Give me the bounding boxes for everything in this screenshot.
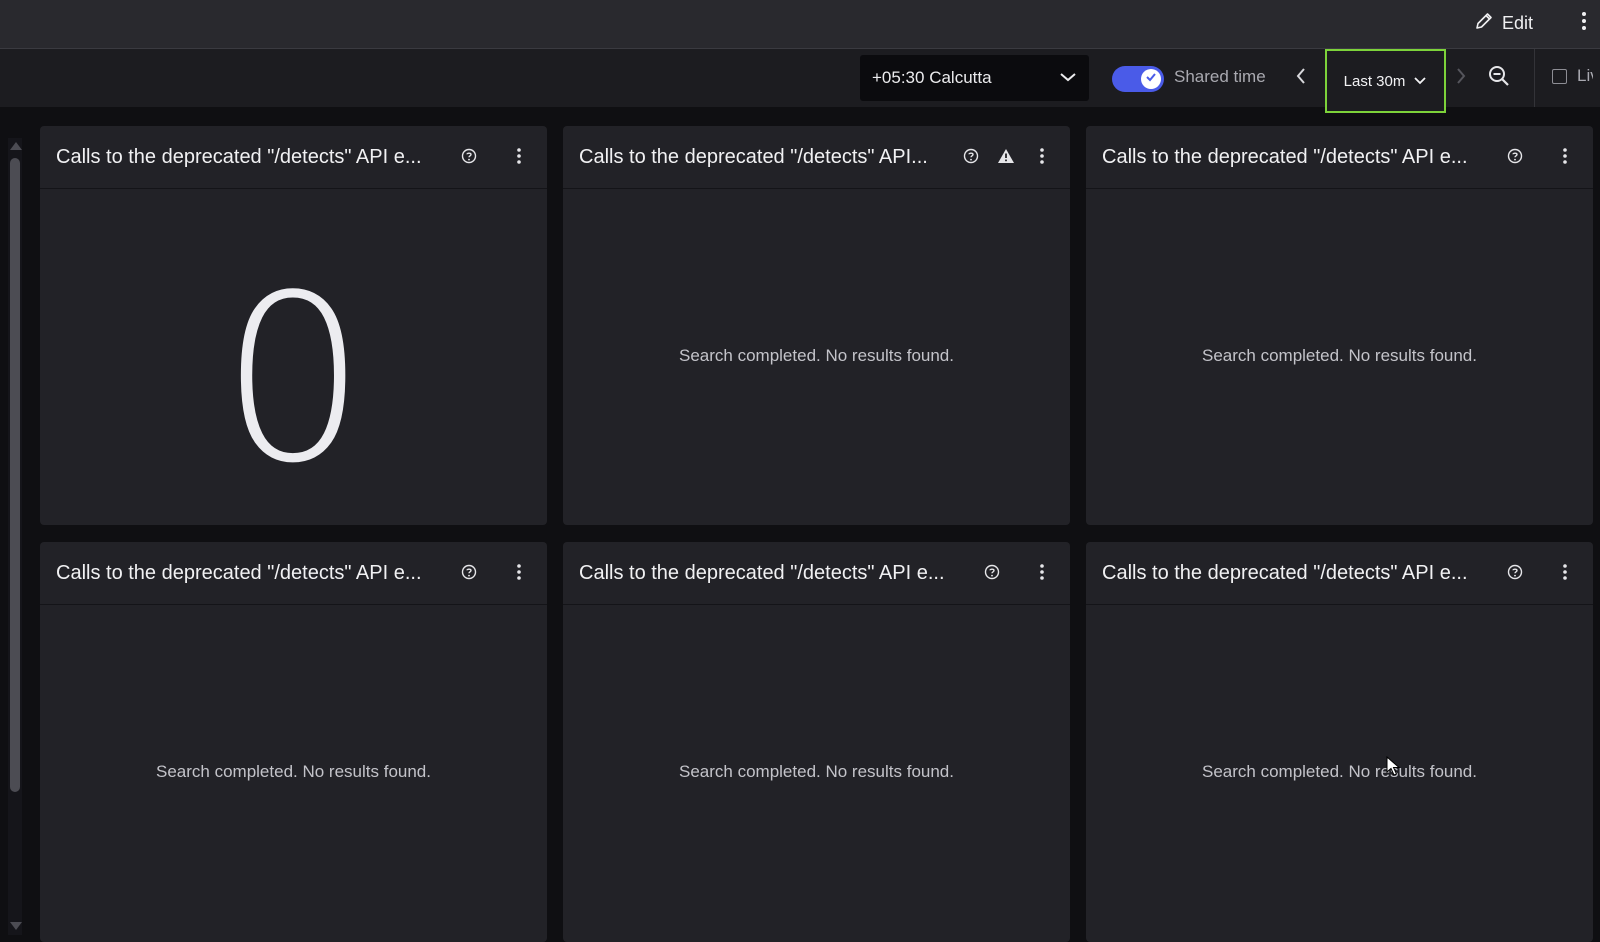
- widget-title: Calls to the deprecated "/detects" API e…: [56, 146, 422, 168]
- widget-menu-button[interactable]: [1034, 561, 1050, 583]
- zoom-out-button[interactable]: [1484, 63, 1514, 93]
- help-icon[interactable]: [1507, 564, 1523, 580]
- help-icon[interactable]: [461, 564, 477, 580]
- dashboard-more-button[interactable]: [1574, 10, 1594, 36]
- widget-panel: Calls to the deprecated "/detects" API e…: [40, 542, 547, 942]
- widget-menu-button[interactable]: [1557, 561, 1573, 583]
- scroll-up-arrow[interactable]: [10, 142, 22, 150]
- shared-time-toggle[interactable]: [1112, 66, 1164, 92]
- scrollbar-thumb[interactable]: [10, 158, 20, 792]
- scroll-down-arrow[interactable]: [10, 922, 22, 930]
- help-icon[interactable]: [461, 148, 477, 164]
- widget-title: Calls to the deprecated "/detects" API..…: [579, 146, 928, 168]
- help-icon[interactable]: [1507, 148, 1523, 164]
- chevron-left-icon: [1296, 67, 1306, 90]
- next-range-button[interactable]: [1450, 65, 1472, 91]
- widget-header: Calls to the deprecated "/detects" API e…: [1086, 126, 1593, 189]
- shared-time-label: Shared time: [1174, 67, 1266, 86]
- widget-panel: Calls to the deprecated "/detects" API e…: [563, 542, 1070, 942]
- time-range-button[interactable]: Last 30m: [1325, 49, 1446, 113]
- single-value: 0: [220, 247, 367, 514]
- widget-menu-button[interactable]: [511, 561, 527, 583]
- timezone-value: +05:30 Calcutta: [872, 68, 992, 87]
- warning-icon[interactable]: [997, 148, 1015, 164]
- live-label: Live: [1577, 66, 1593, 85]
- widget-title: Calls to the deprecated "/detects" API e…: [1102, 562, 1468, 584]
- previous-range-button[interactable]: [1290, 65, 1312, 91]
- no-results-message: Search completed. No results found.: [679, 346, 954, 365]
- widget-header: Calls to the deprecated "/detects" API e…: [1086, 542, 1593, 605]
- toggle-knob: [1141, 69, 1161, 89]
- time-range-label: Last 30m: [1343, 72, 1406, 90]
- chevron-down-icon: [1413, 73, 1427, 90]
- widget-title: Calls to the deprecated "/detects" API e…: [579, 562, 945, 584]
- live-checkbox[interactable]: Live: [1552, 66, 1593, 86]
- widget-panel: Calls to the deprecated "/detects" API..…: [563, 126, 1070, 525]
- widget-header: Calls to the deprecated "/detects" API e…: [563, 542, 1070, 605]
- edit-label: Edit: [1502, 12, 1534, 33]
- chevron-down-icon: [1059, 68, 1077, 88]
- no-results-message: Search completed. No results found.: [679, 762, 954, 781]
- toolbar-divider: [1534, 49, 1535, 107]
- dashboard-toolbar: +05:30 Calcutta Shared time Last 30m Li: [0, 49, 1600, 113]
- pencil-icon: [1474, 11, 1494, 36]
- check-icon: [1145, 70, 1157, 88]
- checkbox-box[interactable]: [1552, 68, 1567, 84]
- chevron-right-icon: [1456, 67, 1466, 90]
- no-results-message: Search completed. No results found.: [156, 762, 431, 781]
- no-results-message: Search completed. No results found.: [1202, 762, 1477, 781]
- no-results-message: Search completed. No results found.: [1202, 346, 1477, 365]
- widget-menu-button[interactable]: [1034, 145, 1050, 167]
- zoom-out-icon: [1487, 64, 1511, 93]
- widget-title: Calls to the deprecated "/detects" API e…: [1102, 146, 1468, 168]
- help-icon[interactable]: [963, 148, 979, 164]
- edit-button[interactable]: Edit: [1474, 10, 1533, 36]
- top-bar: Edit: [0, 0, 1600, 49]
- timezone-select[interactable]: +05:30 Calcutta: [860, 55, 1089, 101]
- widget-title: Calls to the deprecated "/detects" API e…: [56, 562, 422, 584]
- widget-header: Calls to the deprecated "/detects" API..…: [563, 126, 1070, 189]
- widget-header: Calls to the deprecated "/detects" API e…: [40, 542, 547, 605]
- mouse-pointer-icon: [1386, 755, 1402, 778]
- kebab-icon: [1581, 11, 1587, 36]
- widget-menu-button[interactable]: [1557, 145, 1573, 167]
- widget-panel: Calls to the deprecated "/detects" API e…: [1086, 126, 1593, 525]
- widget-panel: Calls to the deprecated "/detects" API e…: [40, 126, 547, 525]
- widget-panel: Calls to the deprecated "/detects" API e…: [1086, 542, 1593, 942]
- help-icon[interactable]: [984, 564, 1000, 580]
- widget-menu-button[interactable]: [511, 145, 527, 167]
- widget-header: Calls to the deprecated "/detects" API e…: [40, 126, 547, 189]
